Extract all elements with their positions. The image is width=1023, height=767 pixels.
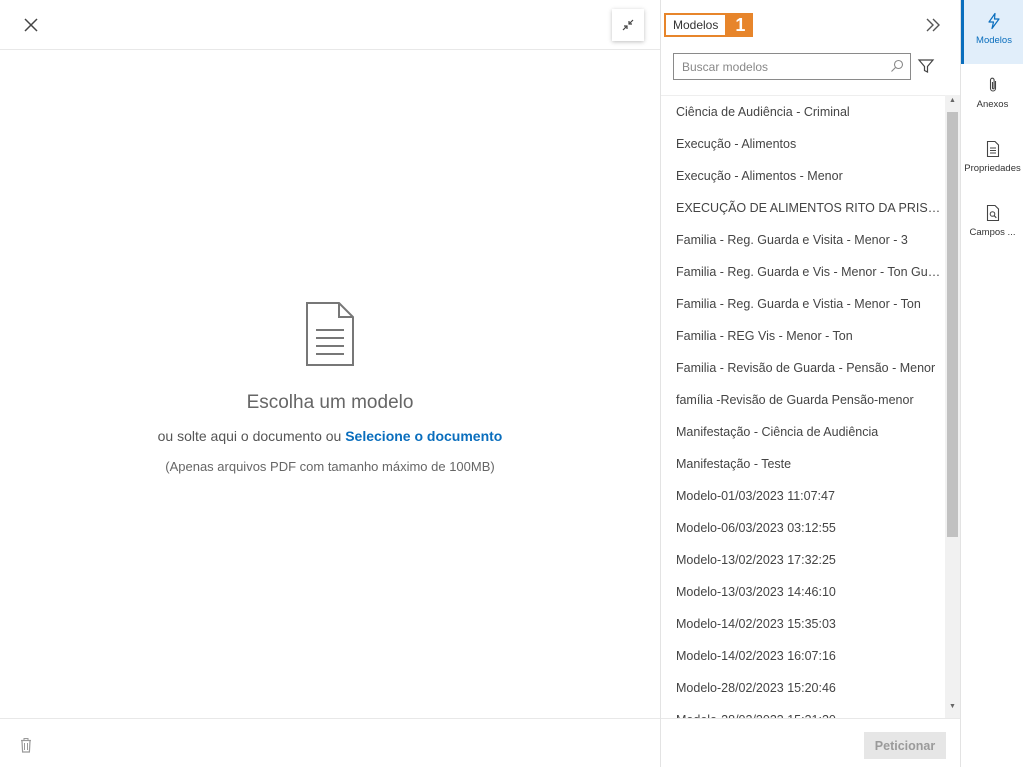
rail-item-campos[interactable]: Campos ... (961, 192, 1023, 256)
double-chevron-right-icon (926, 18, 940, 32)
filter-icon (917, 59, 935, 73)
models-list: Ciência de Audiência - Criminal Execução … (661, 96, 961, 718)
search-doc-icon (986, 204, 999, 222)
expand-panel-button[interactable] (923, 14, 943, 36)
rail-item-label: Modelos (976, 35, 1012, 46)
side-rail: Modelos Anexos Propriedades Campos ... (960, 0, 1023, 767)
delete-button[interactable] (18, 737, 34, 753)
model-list-item[interactable]: EXECUÇÃO DE ALIMENTOS RITO DA PRISÃO (661, 192, 945, 224)
model-list-item[interactable]: Modelo-13/02/2023 17:32:25 (661, 544, 945, 576)
close-icon (24, 18, 38, 32)
model-list-item[interactable]: Execução - Alimentos - Menor (661, 160, 945, 192)
rail-item-label: Anexos (976, 99, 1009, 110)
model-list-item[interactable]: Ciência de Audiência - Criminal (661, 96, 945, 128)
peticionar-button[interactable]: Peticionar (864, 732, 946, 759)
lightning-icon (988, 12, 1000, 30)
select-document-link[interactable]: Selecione o documento (345, 428, 502, 444)
document-header (0, 0, 660, 50)
search-icon[interactable] (890, 59, 904, 73)
models-list-scrollbar[interactable]: ▲ ▼ (945, 95, 960, 718)
properties-doc-icon (986, 140, 999, 158)
step-badge: 1 (727, 13, 754, 37)
model-list-item[interactable]: Modelo-01/03/2023 11:07:47 (661, 480, 945, 512)
rail-item-label: Propriedades (964, 163, 1021, 174)
model-list-item[interactable]: Familia - Reg. Guarda e Vis - Menor - To… (661, 256, 945, 288)
document-footer (0, 718, 660, 767)
paperclip-icon (989, 77, 996, 92)
model-list-item[interactable]: Manifestação - Teste (661, 448, 945, 480)
model-list-item[interactable]: Modelo-06/03/2023 03:12:55 (661, 512, 945, 544)
filter-button[interactable] (917, 57, 935, 75)
scroll-up-arrow-icon[interactable]: ▲ (945, 97, 960, 109)
rail-item-label: Campos ... (969, 227, 1016, 238)
model-list-item[interactable]: Modelo-28/02/2023 15:31:20 (661, 704, 945, 718)
drop-zone[interactable]: Escolha um modelo ou solte aqui o docume… (0, 300, 660, 474)
model-list-item[interactable]: Familia - Reg. Guarda e Vistia - Menor -… (661, 288, 945, 320)
search-models-input[interactable] (674, 54, 884, 79)
model-list-item[interactable]: Modelo-13/03/2023 14:46:10 (661, 576, 945, 608)
rail-item-modelos[interactable]: Modelos (961, 0, 1023, 64)
scroll-down-arrow-icon[interactable]: ▼ (945, 703, 960, 715)
models-footer: Peticionar (661, 718, 961, 767)
document-icon (306, 302, 354, 366)
model-list-item[interactable]: Familia - Reg. Guarda e Visita - Menor -… (661, 224, 945, 256)
file-size-hint: (Apenas arquivos PDF com tamanho máximo … (165, 459, 495, 474)
model-list-item[interactable]: família -Revisão de Guarda Pensão-menor (661, 384, 945, 416)
drop-instruction-text: ou solte aqui o documento ou (157, 428, 342, 444)
search-box (673, 53, 911, 80)
model-list-item[interactable]: Modelo-14/02/2023 15:35:03 (661, 608, 945, 640)
model-list-item[interactable]: Modelo-14/02/2023 16:07:16 (661, 640, 945, 672)
scroll-thumb[interactable] (947, 112, 958, 537)
rail-item-anexos[interactable]: Anexos (961, 64, 1023, 128)
collapse-arrows-icon (622, 19, 634, 31)
drop-title: Escolha um modelo (246, 392, 414, 413)
rail-item-propriedades[interactable]: Propriedades (961, 128, 1023, 192)
close-button[interactable] (20, 14, 42, 36)
model-list-item[interactable]: Familia - Revisão de Guarda - Pensão - M… (661, 352, 945, 384)
model-list-item[interactable]: Manifestação - Ciência de Audiência (661, 416, 945, 448)
trash-icon (21, 738, 31, 753)
models-panel-header: Modelos 1 (664, 13, 754, 37)
models-panel: Modelos 1 Ciência de Audiência - Crimina… (660, 0, 961, 767)
models-panel-title: Modelos (664, 13, 728, 37)
document-pane: Escolha um modelo ou solte aqui o docume… (0, 0, 660, 767)
collapse-button[interactable] (612, 9, 644, 41)
model-list-item[interactable]: Execução - Alimentos (661, 128, 945, 160)
drop-instruction: ou solte aqui o documento ou Selecione o… (0, 428, 660, 444)
model-list-item[interactable]: Familia - REG Vis - Menor - Ton (661, 320, 945, 352)
models-list-container: Ciência de Audiência - Criminal Execução … (661, 95, 961, 718)
model-list-item[interactable]: Modelo-28/02/2023 15:20:46 (661, 672, 945, 704)
